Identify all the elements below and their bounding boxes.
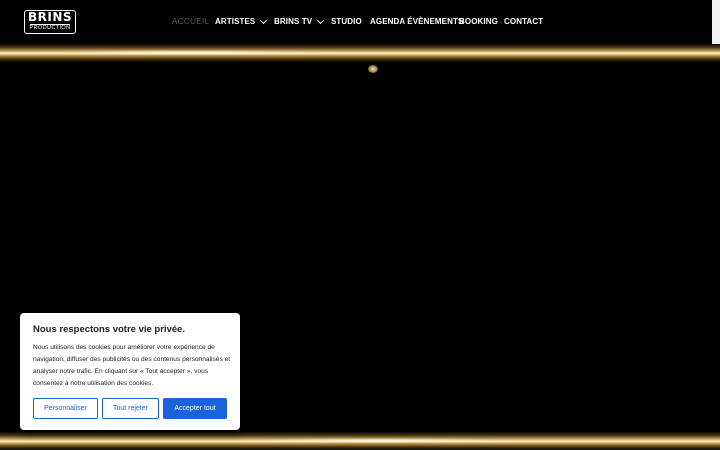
nav-item-booking[interactable]: BOOKING — [459, 17, 498, 26]
accept-all-button[interactable]: Accepter tout — [163, 398, 227, 419]
nav-item-label: ACCUEIL — [172, 17, 210, 26]
gold-divider-top — [0, 44, 720, 62]
nav-item-accueil[interactable]: ACCUEIL — [172, 17, 209, 26]
reject-all-button[interactable]: Tout rejeter — [102, 398, 159, 419]
site-header: BRINS PRODUCTION ACCUEIL ARTISTES BRINS … — [0, 0, 720, 44]
gold-divider-bottom — [0, 432, 720, 450]
brins-logo[interactable]: BRINS PRODUCTION — [24, 10, 76, 34]
nav-item-label: ARTISTES — [215, 17, 256, 26]
gold-shine — [250, 438, 510, 443]
chevron-down-icon — [317, 16, 325, 24]
nav-item-label: BOOKING — [459, 17, 498, 26]
scrollbar-edge — [712, 0, 720, 44]
nav-item-artistes[interactable]: ARTISTES — [215, 16, 268, 26]
cookie-consent-banner: Nous respectons votre vie privée. Nous u… — [20, 313, 240, 430]
cookie-message: Nous utilisons des cookies pour améliore… — [33, 344, 231, 387]
logo-brand-text: BRINS — [27, 10, 73, 24]
cookie-title: Nous respectons votre vie privée. — [33, 324, 186, 335]
nav-item-contact[interactable]: CONTACT — [504, 17, 543, 26]
nav-item-label: BRINS TV — [274, 17, 313, 26]
gold-shine — [40, 50, 340, 55]
nav-item-label: STUDIO — [331, 17, 362, 26]
nav-item-brins-tv[interactable]: BRINS TV — [274, 16, 325, 26]
nav-item-label: CONTACT — [504, 17, 544, 26]
nav-item-label: AGENDA ÉVÈNEMENTS — [370, 17, 464, 26]
nav-item-studio[interactable]: STUDIO — [331, 17, 362, 26]
logo-subtitle: PRODUCTION — [29, 24, 71, 31]
light-spark — [368, 65, 378, 73]
chevron-down-icon — [260, 16, 268, 24]
nav-item-agenda[interactable]: AGENDA ÉVÈNEMENTS — [370, 17, 463, 26]
customize-button[interactable]: Personnaliser — [33, 398, 98, 419]
